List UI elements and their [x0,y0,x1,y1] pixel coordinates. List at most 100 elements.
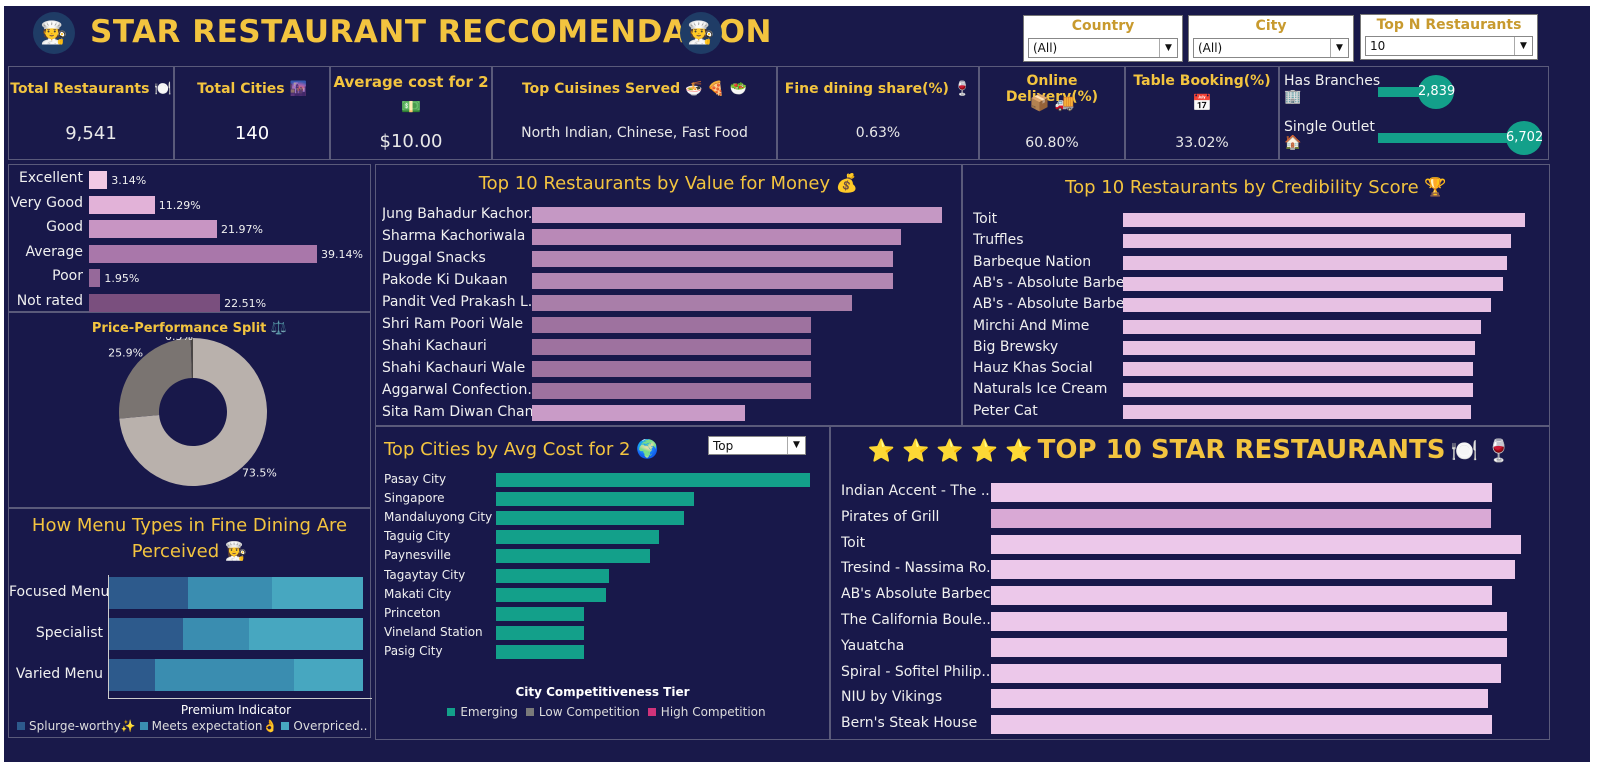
menu-stack-segment [154,659,295,691]
credibility-label: Hauz Khas Social [973,360,1093,377]
legend-swatch [647,708,656,716]
credibility-bar [1123,234,1511,249]
city-label: Taguig City [384,529,451,544]
menu-perception-chart: Focused Menu Specialist Varied Menu Premium… [9,569,372,737]
kpi-label: Total Restaurants [10,81,150,97]
chef-logo-icon: 🧑‍🍳 [680,12,722,54]
country-filter[interactable]: Country (All) ▼ [1023,15,1183,62]
kpi-value: 9,541 [65,123,117,144]
house-icon: 🏠 [1284,135,1302,151]
menu-type-label: Varied Menu [15,666,103,682]
kpi-total-cities: Total Cities 🌆 140 [174,66,330,160]
rating-bar [89,269,101,287]
building-icon: 🏢 [1284,89,1302,105]
top-n-dropdown[interactable]: 10 ▼ [1365,36,1533,56]
legend-label: Low Competition [538,705,640,719]
star-restaurants-heading: ⭐ ⭐ ⭐ ⭐ ⭐ TOP 10 STAR RESTAURANTS 🍽️ 🍷 [831,435,1549,465]
value-for-money-bar [532,207,942,223]
star-restaurant-bar [991,508,1491,528]
legend-label: Overpriced.. [293,719,368,733]
rating-bar [89,171,108,189]
star-restaurant-bar [991,612,1507,631]
wine-icon: 🍷 [953,81,972,97]
rating-bar [89,195,155,214]
credibility-bar [1123,213,1525,227]
star-restaurants-title: TOP 10 STAR RESTAURANTS [1037,435,1446,465]
value-for-money-title: Top 10 Restaurants by Value for Money 💰 [478,173,859,194]
kpi-total-restaurants: Total Restaurants 🍽️ 9,541 [8,66,174,160]
rating-panel: Excellent 3.14% Very Good 11.29% Good 21.97% A… [8,164,371,312]
value-for-money-bar [532,273,893,289]
legend-label: Emerging [460,705,518,719]
star-restaurant-bar [991,689,1488,709]
country-value: (All) [1033,41,1058,55]
menu-perception-title: How Menu Types in Fine Dining Are Percei… [31,515,348,562]
star-restaurant-label: Toit [841,534,866,551]
credibility-label: AB's - Absolute Barbe.. [973,296,1125,313]
top-bottom-dropdown[interactable]: Top ▼ [708,436,806,455]
rating-chart: Excellent 3.14% Very Good 11.29% Good 21.97% A… [9,165,370,312]
star-restaurant-bar [991,560,1515,580]
single-outlet-label: Single Outlet [1284,119,1375,135]
x-axis-label: Premium Indicator [180,703,292,717]
kpi-value: North Indian, Chinese, Fast Food [521,125,748,141]
city-bar [496,511,685,526]
kpi-value: 0.63% [855,125,901,141]
city-dropdown[interactable]: (All) ▼ [1193,38,1349,58]
top-n-filter[interactable]: Top N Restaurants 10 ▼ [1360,14,1538,60]
rating-value-label: 3.14% [111,174,147,187]
rating-value-label: 39.14% [321,247,363,261]
star-restaurant-label: Pirates of Grill [841,508,940,525]
credibility-label: Mirchi And Mime [973,317,1090,334]
kpi-fine-dining: Fine dining share(%) 🍷 0.63% [777,66,979,160]
legend-swatch [139,722,148,730]
city-filter[interactable]: City (All) ▼ [1188,15,1354,62]
rating-bar [89,293,221,312]
city-label: Princeton [384,605,441,620]
menu-stack-segment [271,577,363,609]
legend-label: Meets expectation👌 [151,719,278,733]
credibility-label: Truffles [973,232,1024,249]
credibility-label: AB's - Absolute Barbe.. [973,274,1125,291]
kpi-value: 60.80% [1025,135,1079,151]
value-for-money-bar [532,383,811,399]
legend-swatch [17,722,25,730]
legend-swatch [281,722,290,730]
credibility-label: Peter Cat [973,402,1038,419]
star-restaurant-label: Bern's Steak House [841,715,978,732]
value-for-money-label: Pandit Ved Prakash L.. [382,294,532,310]
star-restaurant-label: Indian Accent - The .. [841,483,990,499]
menu-stack-segment [109,659,155,691]
kpi-online-delivery: Online Delivery(%) 📦 🚚 60.80% [979,66,1125,160]
country-dropdown[interactable]: (All) ▼ [1028,38,1178,58]
axis-line [108,698,372,699]
credibility-bar [1123,319,1481,334]
credibility-label: Barbeque Nation [973,253,1092,270]
chevron-down-icon[interactable]: ▼ [1330,39,1348,57]
kpi-label: Average cost for 2 [333,73,489,91]
star-restaurant-label: Tresind - Nassima Ro.. [841,560,993,577]
price-performance-panel: Price-Performance Split ⚖️ 73.5% 25.9% 0.5… [8,312,371,508]
credibility-bar [1123,362,1473,377]
city-bar [496,625,584,640]
donut-label: 25.9% [108,346,143,359]
value-for-money-bar [532,229,901,245]
star-icons: ⭐ ⭐ ⭐ ⭐ ⭐ [867,439,1033,464]
credibility-bar [1123,298,1491,313]
credibility-bar [1123,404,1471,419]
plate-icon: 🍽️ [154,81,172,97]
cities-cost-panel: Top Cities by Avg Cost for 2 🌍 Top ▼ Pas… [375,426,830,740]
has-branches-value: 2,839 [1418,75,1455,109]
chevron-down-icon[interactable]: ▼ [1159,39,1177,57]
menu-perception-panel: How Menu Types in Fine Dining Are Percei… [8,508,372,738]
chevron-down-icon[interactable]: ▼ [787,437,805,454]
menu-type-label: Specialist [35,625,103,641]
star-restaurant-bar [991,586,1492,606]
city-bar [496,606,584,621]
star-restaurant-label: NIU by Vikings [841,689,943,706]
price-performance-title: Price-Performance Split ⚖️ [91,321,288,336]
city-label: Vineland Station [384,624,483,639]
chevron-down-icon[interactable]: ▼ [1514,37,1532,55]
rating-value-label: 21.97% [220,223,263,236]
single-outlet-value: 6,702 [1506,121,1543,155]
